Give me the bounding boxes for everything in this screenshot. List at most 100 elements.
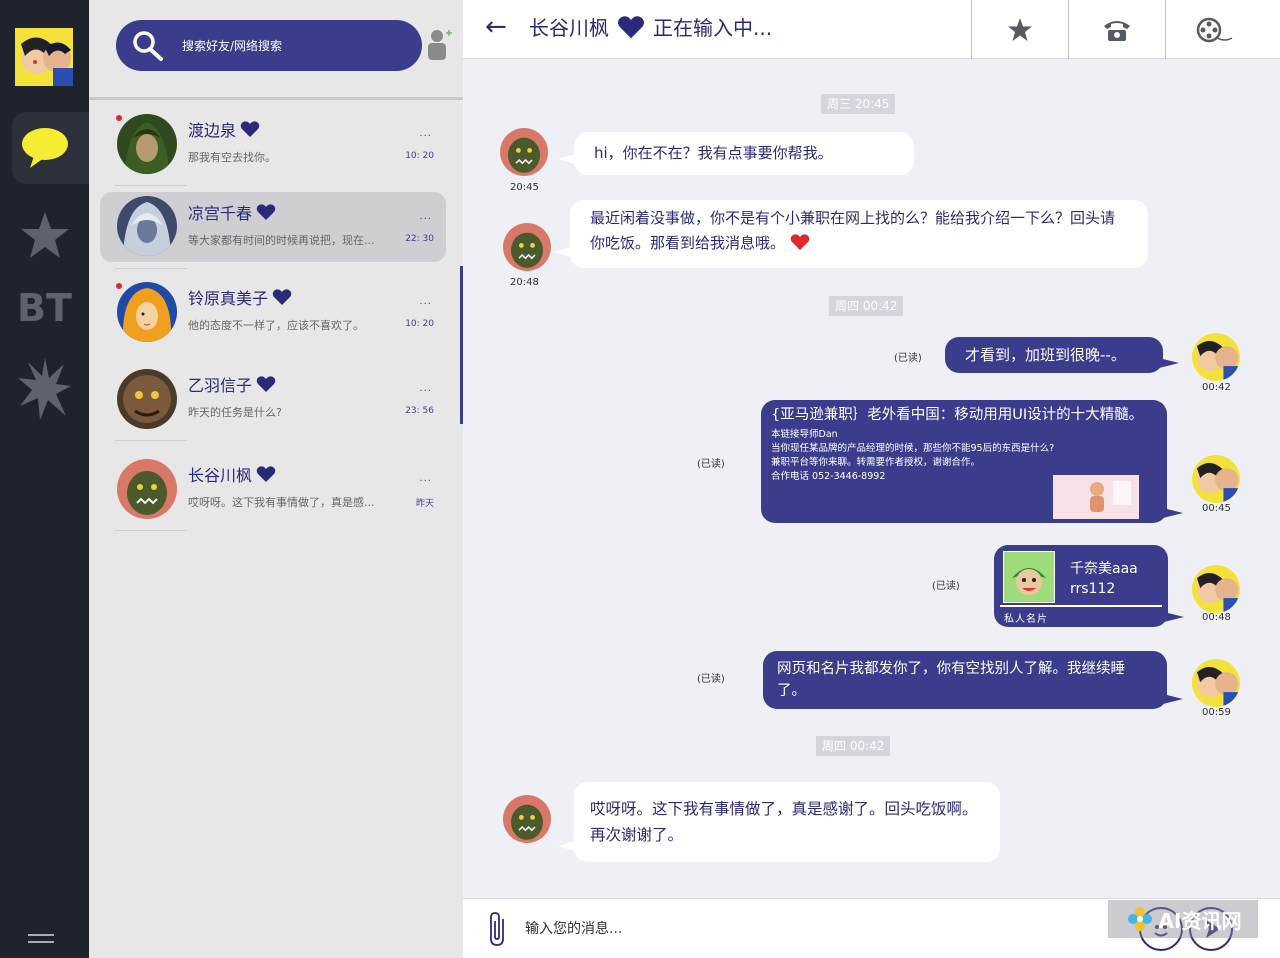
watermark: AI资讯网 [1108,900,1258,938]
search-placeholder: 搜索好友/网络搜索 [182,39,283,53]
more-icon[interactable]: ··· [419,214,432,225]
contact-name: 乙羽信子 [188,376,253,395]
contact-item-selected[interactable]: 凉宫千春 等大家都有时间的时候再说把，现在... ··· 22: 30 [100,192,446,269]
my-avatar-small[interactable] [1192,659,1240,707]
contact-avatar [117,369,177,429]
card-id: rrs112 [1070,581,1116,597]
contact-name: 凉宫千春 [188,204,253,223]
paperclip-icon[interactable] [487,911,509,951]
star-icon [1008,18,1032,41]
add-friend-icon[interactable] [425,28,455,64]
contact-name-row: 乙羽信子 [188,372,276,396]
card-avatar [1003,551,1055,603]
link-title: {亚马逊兼职｝老外看中国：移动用用UI设计的十大精髓。 [771,407,1144,423]
divider [115,440,187,441]
more-icon[interactable]: ··· [419,131,432,142]
contact-avatar [117,114,177,174]
search-icon [132,30,164,65]
divider [115,268,187,269]
message-input[interactable] [525,915,1085,943]
contact-preview: 他的态度不一样了，应该不喜欢了。 [188,319,364,332]
date-stamp: 周三 20:45 [821,94,896,114]
link-thumbnail [1053,475,1139,519]
my-avatar[interactable] [15,28,73,86]
more-icon[interactable]: ··· [419,386,432,397]
message-time: 20:48 [510,277,539,288]
message-time: 20:45 [510,182,539,193]
read-receipt: (已读) [697,459,725,470]
divider [89,97,463,100]
heart-red-icon [790,234,810,250]
media-button[interactable] [1165,0,1262,59]
heart-icon [256,466,276,482]
link-line: 兼职平台等你来聊。转需要作者授权，谢谢合作。 [771,457,981,468]
call-button[interactable] [1068,0,1165,59]
incoming-message[interactable]: 最近闲着没事做，你不是有个小兼职在网上找的么？能给我介绍一下么？回头请你吃饭。那… [554,200,1148,268]
read-receipt: (已读) [894,353,922,364]
nav-burst[interactable] [0,356,89,422]
watermark-flower-icon [1127,907,1152,931]
contact-avatar [117,459,177,519]
outgoing-message[interactable]: 才看到，加班到很晚--。 [945,337,1179,373]
back-button[interactable]: ← [485,12,507,42]
link-card-message[interactable]: {亚马逊兼职｝老外看中国：移动用用UI设计的十大精髓。 本链接导师Dan 当你现… [761,400,1183,523]
message-time: 00:45 [1202,503,1231,514]
more-icon[interactable]: ··· [419,299,432,310]
nav-chat[interactable] [0,126,89,170]
contact-name-row: 凉宫千春 [188,200,276,224]
star-icon [20,212,69,258]
divider [115,185,187,186]
menu-icon[interactable] [28,934,54,948]
contact-item[interactable]: 长谷川枫 哎呀呀。这下我有事情做了，真是感... ··· 昨天 [100,454,446,531]
card-name-block: 千奈美aaa rrs112 [1070,559,1138,599]
contact-preview: 哎呀呀。这下我有事情做了，真是感... [188,496,375,509]
phone-icon [1104,20,1130,41]
unread-dot [116,115,122,121]
search-bar[interactable]: 搜索好友/网络搜索 [116,20,422,71]
contact-time: 22: 30 [405,234,434,244]
contact-preview: 那我有空去找你。 [188,151,276,164]
date-stamp: 周四 00:42 [816,736,891,756]
bt-icon: BT [17,286,72,330]
contact-item[interactable]: 乙羽信子 昨天的任务是什么? ··· 23: 56 [100,364,446,441]
date-stamp: 周四 00:42 [829,296,904,316]
contact-time: 23: 56 [405,406,434,416]
contact-name-row: 铃原真美子 [188,285,292,309]
app-rail: BT [0,0,89,958]
favorite-button[interactable] [971,0,1068,59]
unread-dot [116,283,122,289]
contact-name-row: 渡边泉 [188,117,260,141]
contacts-panel: 搜索好友/网络搜索 渡边泉 那我有空去找你。 ··· 10: 20 凉宫千春 等… [89,0,463,958]
film-reel-icon [1196,17,1233,42]
read-receipt: (已读) [697,674,725,685]
link-line: 当你现任某品牌的产品经理的时候，那些你不能95后的东西是什么? [771,443,1055,454]
message-text: 最近闲着没事做，你不是有个小兼职在网上找的么？能给我介绍一下么？回头请你吃饭。那… [590,209,1116,252]
my-avatar-small[interactable] [1192,333,1240,381]
contact-item[interactable]: 渡边泉 那我有空去找你。 ··· 10: 20 [100,109,446,186]
heart-icon [618,15,644,38]
contact-item[interactable]: 铃原真美子 他的态度不一样了，应该不喜欢了。 ··· 10: 20 [100,277,446,347]
chat-title: 长谷川枫 正在输入中... [529,12,772,41]
contact-avatar[interactable] [503,223,551,271]
typing-status: 正在输入中... [653,16,773,40]
nav-bt[interactable]: BT [0,286,89,330]
incoming-message[interactable]: hi，你在不在？我有点事要你帮我。 [558,132,914,175]
contact-name: 长谷川枫 [188,466,253,485]
incoming-message[interactable]: 哎呀呀。这下我有事情做了，真是感谢了。回头吃饭啊。再次谢谢了。 [558,782,1000,862]
more-icon[interactable]: ··· [419,476,432,487]
chat-header: ← 长谷川枫 正在输入中... [463,0,1280,59]
message-time: 00:59 [1202,707,1231,718]
nav-favorites[interactable] [0,210,89,260]
contact-card-message[interactable]: 千奈美aaa rrs112 私人名片 [994,545,1184,627]
my-avatar-small[interactable] [1192,565,1240,613]
contact-avatar [117,196,177,256]
my-avatar-small[interactable] [1192,455,1240,503]
contact-avatar[interactable] [500,128,548,176]
contact-name: 铃原真美子 [188,289,269,308]
divider [115,530,187,531]
contact-avatar[interactable] [503,795,551,843]
contacts-scrollbar[interactable] [460,266,463,424]
heart-icon [256,204,276,220]
heart-icon [256,376,276,392]
outgoing-message[interactable]: 网页和名片我都发你了，你有空找别人了解。我继续睡了。 [763,651,1183,709]
